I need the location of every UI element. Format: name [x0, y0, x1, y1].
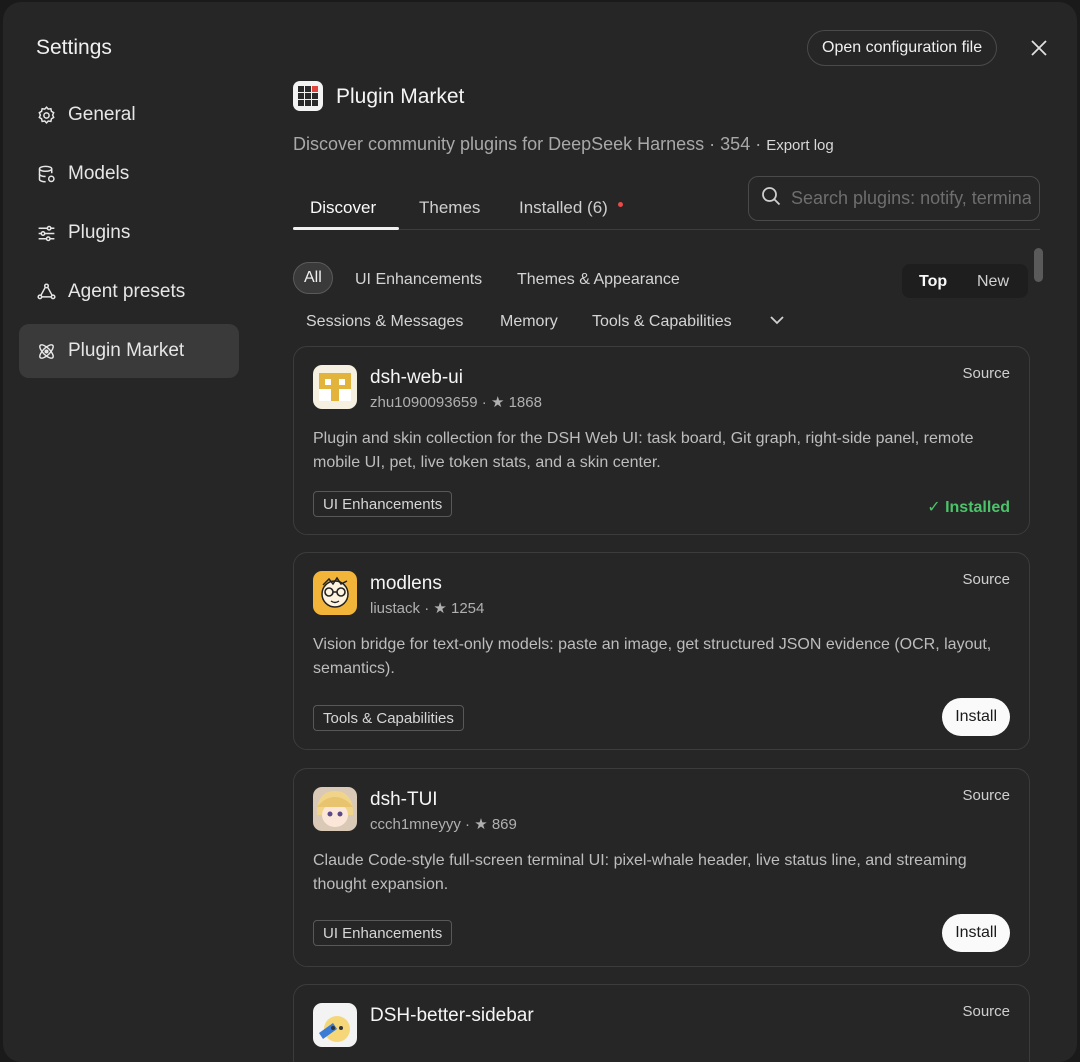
meta-separator: · [420, 600, 434, 617]
plugin-name[interactable]: dsh-TUI [370, 789, 438, 811]
plugin-stars: 1254 [451, 600, 485, 617]
settings-window: Settings General Models Plugins Agent pr… [3, 2, 1077, 1062]
gear-icon [35, 104, 57, 126]
agent-icon [35, 281, 57, 303]
export-log-link[interactable]: Export log [766, 137, 834, 154]
tab-themes[interactable]: Themes [419, 198, 480, 218]
plugin-meta: ccch1mneyyy · ★ 869 [370, 815, 517, 833]
plugin-card: modlens liustack · ★ 1254 Source Vision … [293, 552, 1030, 750]
star-icon: ★ [474, 816, 488, 833]
filter-tools-capabilities[interactable]: Tools & Capabilities [592, 313, 732, 331]
search-icon [761, 186, 781, 211]
sidebar-item-label: Plugins [68, 222, 131, 243]
plugin-description: Plugin and skin collection for the DSH W… [313, 430, 974, 471]
source-link[interactable]: Source [962, 571, 1010, 588]
filter-themes-appearance[interactable]: Themes & Appearance [517, 271, 680, 289]
sidebar-item-models[interactable]: Models [19, 147, 239, 201]
database-icon [35, 163, 57, 185]
meta-separator: · [477, 394, 491, 411]
page-title: Plugin Market [336, 85, 465, 108]
plugin-meta: liustack · ★ 1254 [370, 599, 484, 617]
plugin-description: Claude Code-style full-screen terminal U… [313, 852, 967, 893]
plugin-stars: 1868 [508, 394, 542, 411]
plugin-card: dsh-TUI ccch1mneyyy · ★ 869 Source Claud… [293, 768, 1030, 967]
plugin-tag[interactable]: UI Enhancements [313, 491, 453, 517]
page-subtitle: Discover community plugins for DeepSeek … [293, 134, 834, 155]
source-link[interactable]: Source [962, 787, 1010, 804]
plugin-tag[interactable]: Tools & Capabilities [313, 705, 464, 731]
star-icon: ★ [433, 600, 447, 617]
plugin-avatar [313, 571, 357, 615]
plugin-author: ccch1mneyyy [370, 816, 461, 833]
atom-icon [35, 340, 57, 362]
plugin-stars: 869 [491, 816, 517, 833]
install-button[interactable]: Install [942, 914, 1010, 952]
subtitle-text: Discover community plugins for DeepSeek … [293, 134, 767, 154]
plugin-name[interactable]: dsh-web-ui [370, 367, 463, 389]
scrollbar-thumb[interactable] [1034, 248, 1043, 282]
sort-toggle: Top New [902, 264, 1028, 298]
plugin-author: zhu1090093659 [370, 394, 478, 411]
main-panel: Plugin Market Discover community plugins… [293, 2, 1043, 1062]
plugin-avatar [313, 365, 357, 409]
star-icon: ★ [490, 394, 505, 411]
source-link[interactable]: Source [962, 1003, 1010, 1020]
sidebar-item-general[interactable]: General [19, 88, 239, 142]
sort-top[interactable]: Top [919, 273, 947, 291]
sidebar-item-label: Agent presets [68, 281, 186, 302]
plugin-avatar [313, 1003, 357, 1047]
sidebar-item-plugin-market[interactable]: Plugin Market [19, 324, 239, 378]
active-tab-indicator [293, 227, 399, 230]
search-box[interactable] [748, 176, 1040, 221]
plugin-market-logo [293, 81, 323, 111]
plugin-description: Vision bridge for text-only models: past… [313, 636, 992, 677]
settings-title: Settings [36, 36, 112, 59]
plugin-card: dsh-web-ui zhu1090093659 · ★ 1868 Source… [293, 346, 1030, 535]
install-button[interactable]: Install [942, 698, 1010, 736]
sidebar-item-label: General [68, 104, 136, 125]
sidebar-item-label: Plugin Market [68, 340, 185, 361]
chevron-down-icon[interactable] [769, 312, 785, 328]
plugin-meta: zhu1090093659 · ★ 1868 [370, 393, 542, 411]
filter-memory[interactable]: Memory [500, 313, 558, 331]
sidebar-item-plugins[interactable]: Plugins [19, 206, 239, 260]
plugin-card: DSH-better-sidebar Source [293, 984, 1030, 1062]
meta-separator: · [460, 816, 475, 833]
tab-installed-label: Installed (6) [519, 198, 608, 217]
plugin-name[interactable]: modlens [370, 573, 442, 595]
filter-sessions-messages[interactable]: Sessions & Messages [306, 313, 463, 331]
filter-all[interactable]: All [293, 262, 333, 294]
sidebar: Settings General Models Plugins Agent pr… [3, 2, 253, 1062]
plugin-name[interactable]: DSH-better-sidebar [370, 1005, 534, 1027]
tab-discover[interactable]: Discover [310, 198, 376, 218]
installed-status: ✓ Installed [927, 499, 1010, 516]
plugin-author: liustack [370, 600, 421, 617]
tab-installed[interactable]: Installed (6) [519, 198, 623, 218]
sidebar-item-label: Models [68, 163, 130, 184]
plugin-avatar [313, 787, 357, 831]
search-input[interactable] [791, 188, 1031, 209]
notification-dot [617, 202, 623, 207]
sidebar-nav: General Models Plugins Agent presets Plu… [19, 88, 239, 383]
filter-ui-enhancements[interactable]: UI Enhancements [355, 271, 482, 289]
source-link[interactable]: Source [962, 365, 1010, 382]
sidebar-item-agent-presets[interactable]: Agent presets [19, 265, 239, 319]
plugin-tag[interactable]: UI Enhancements [313, 920, 453, 946]
sort-new[interactable]: New [977, 273, 1009, 291]
sliders-icon [35, 222, 57, 244]
